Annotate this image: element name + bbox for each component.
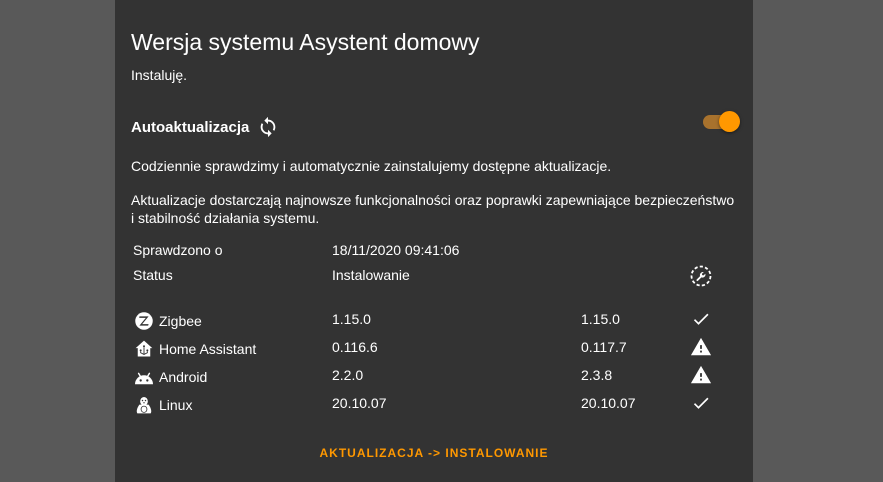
zigbee-icon xyxy=(133,311,155,331)
checked-row: Sprawdzono o 18/11/2020 09:41:06 xyxy=(115,240,753,262)
checked-label: Sprawdzono o xyxy=(133,242,223,258)
component-name-cell: Home Assistant xyxy=(133,339,256,359)
component-name: Linux xyxy=(159,397,193,413)
component-name: Home Assistant xyxy=(159,341,257,357)
component-current-version: 2.2.0 xyxy=(332,367,364,383)
component-name-cell: Linux xyxy=(133,395,192,415)
checked-value: 18/11/2020 09:41:06 xyxy=(332,242,460,258)
autoupdate-toggle[interactable] xyxy=(703,110,741,134)
system-version-card: Wersja systemu Asystent domowy Instaluję… xyxy=(115,0,753,482)
component-latest-version: 20.10.07 xyxy=(581,395,636,411)
component-name: Android xyxy=(159,369,208,385)
android-icon xyxy=(133,367,155,387)
check-icon xyxy=(688,392,714,414)
autoupdate-benefits: Aktualizacje dostarczają najnowsze funkc… xyxy=(131,192,735,226)
check-icon xyxy=(688,308,714,330)
component-name-cell: Zigbee xyxy=(133,311,202,331)
component-current-version: 0.116.6 xyxy=(332,339,378,355)
autoupdate-description: Codziennie sprawdzimy i automatycznie za… xyxy=(131,158,612,174)
component-latest-version: 1.15.0 xyxy=(581,311,620,327)
alert-icon xyxy=(688,336,714,358)
home-assistant-icon xyxy=(133,339,155,359)
component-name: Zigbee xyxy=(159,313,202,329)
status-row: Status Instalowanie xyxy=(115,265,753,287)
component-current-version: 20.10.07 xyxy=(332,395,387,411)
status-label: Status xyxy=(133,267,173,283)
component-latest-version: 2.3.8 xyxy=(581,367,613,383)
component-row: Android 2.2.0 2.3.8 xyxy=(115,365,753,387)
component-row: Linux 20.10.07 20.10.07 xyxy=(115,393,753,415)
update-install-button[interactable]: AKTUALIZACJA -> INSTALOWANIE xyxy=(115,446,753,460)
alert-icon xyxy=(688,364,714,386)
component-name-cell: Android xyxy=(133,367,207,387)
status-value: Instalowanie xyxy=(332,267,410,283)
component-row: Zigbee 1.15.0 1.15.0 xyxy=(115,309,753,331)
toggle-thumb xyxy=(719,111,740,132)
sync-icon xyxy=(257,116,279,138)
component-current-version: 1.15.0 xyxy=(332,311,371,327)
autoupdate-header: Autoaktualizacja xyxy=(131,116,279,138)
card-subtitle: Instaluję. xyxy=(131,67,188,83)
autoupdate-title: Autoaktualizacja xyxy=(131,118,250,136)
progress-wrench-icon xyxy=(688,265,714,287)
linux-icon xyxy=(133,395,155,415)
card-title: Wersja systemu Asystent domowy xyxy=(131,29,480,55)
component-latest-version: 0.117.7 xyxy=(581,339,627,355)
component-row: Home Assistant 0.116.6 0.117.7 xyxy=(115,337,753,359)
